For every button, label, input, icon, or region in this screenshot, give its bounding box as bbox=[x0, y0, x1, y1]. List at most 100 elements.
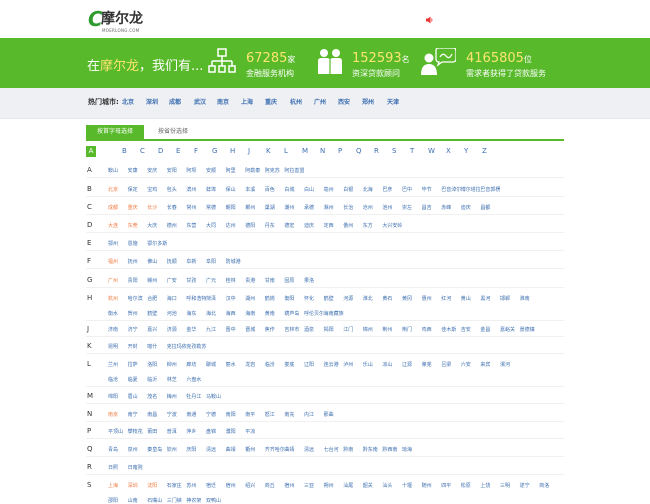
city-link[interactable]: 南阳 bbox=[226, 411, 236, 418]
city-link[interactable]: 六安 bbox=[461, 361, 471, 368]
city-link[interactable]: 神农架 bbox=[186, 497, 201, 504]
city-link[interactable]: 大庆 bbox=[147, 222, 157, 229]
hot-city-link[interactable]: 深圳 bbox=[146, 97, 158, 106]
letter-index-item[interactable]: D bbox=[158, 147, 163, 155]
city-link[interactable]: 葫芦岛 bbox=[284, 310, 299, 317]
city-link[interactable]: 清远 bbox=[304, 446, 314, 453]
city-link[interactable]: 庆阳 bbox=[186, 446, 196, 453]
city-link[interactable]: 鄂州 bbox=[108, 240, 118, 247]
city-link[interactable]: 辽阳 bbox=[304, 361, 314, 368]
city-link[interactable]: 东营 bbox=[186, 222, 196, 229]
city-link[interactable]: 绵阳 bbox=[108, 393, 118, 400]
city-link[interactable]: 六盘水 bbox=[186, 376, 201, 383]
city-link[interactable]: 凉山 bbox=[382, 361, 392, 368]
city-link[interactable]: 南通 bbox=[186, 411, 196, 418]
city-link[interactable]: 黔西南 bbox=[382, 446, 397, 453]
city-link[interactable]: 海东 bbox=[186, 310, 196, 317]
city-link[interactable]: 秦皇岛 bbox=[147, 446, 162, 453]
city-link[interactable]: 贵阳 bbox=[128, 277, 138, 284]
city-link[interactable]: 潮州 bbox=[284, 204, 294, 211]
city-link[interactable]: 迪庆 bbox=[304, 222, 314, 229]
city-link[interactable]: 赤峰 bbox=[441, 204, 451, 211]
city-link[interactable]: 大同 bbox=[206, 222, 216, 229]
city-link[interactable]: 广元 bbox=[206, 277, 216, 284]
city-link[interactable]: 阿坝 bbox=[186, 167, 196, 174]
city-link[interactable]: 东莞 bbox=[128, 222, 138, 229]
city-link[interactable]: 茂名 bbox=[147, 393, 157, 400]
city-link[interactable]: 白银 bbox=[343, 186, 353, 193]
letter-index-item[interactable]: F bbox=[194, 147, 198, 155]
city-link[interactable]: 海口 bbox=[167, 295, 177, 302]
city-link[interactable]: 常州 bbox=[186, 204, 196, 211]
city-link[interactable]: 朝阳 bbox=[226, 204, 236, 211]
city-link[interactable]: 赣州 bbox=[147, 277, 157, 284]
city-link[interactable]: 鹤岗 bbox=[265, 295, 275, 302]
city-link[interactable]: 黄山 bbox=[461, 295, 471, 302]
city-link[interactable]: 苏州 bbox=[186, 482, 196, 489]
city-link[interactable]: 林芝 bbox=[167, 376, 177, 383]
city-link[interactable]: 山南 bbox=[128, 497, 138, 504]
city-link[interactable]: 那曲 bbox=[324, 411, 334, 418]
city-link[interactable]: 毕节 bbox=[422, 186, 432, 193]
city-link[interactable]: 巴中 bbox=[402, 186, 412, 193]
city-link[interactable]: 南平 bbox=[245, 411, 255, 418]
city-link[interactable]: 甘南 bbox=[265, 277, 275, 284]
city-link[interactable]: 长沙 bbox=[147, 204, 157, 211]
city-link[interactable]: 嘉峪关 bbox=[500, 326, 515, 333]
city-link[interactable]: 南昌 bbox=[147, 411, 157, 418]
city-link[interactable]: 随州 bbox=[422, 482, 432, 489]
city-link[interactable]: 盘锦 bbox=[206, 428, 216, 435]
city-link[interactable]: 攀枝花 bbox=[128, 428, 143, 435]
city-link[interactable]: 亳州 bbox=[324, 186, 334, 193]
city-link[interactable]: 三门峡 bbox=[167, 497, 182, 504]
city-link[interactable]: 内江 bbox=[304, 411, 314, 418]
city-link[interactable]: 大兴安岭 bbox=[382, 222, 402, 229]
city-link[interactable]: 安庆 bbox=[147, 167, 157, 174]
city-link[interactable]: 绍兴 bbox=[245, 482, 255, 489]
city-link[interactable]: 双鸭山 bbox=[206, 497, 221, 504]
city-link[interactable]: 滁州 bbox=[324, 204, 334, 211]
city-link[interactable]: 德阳 bbox=[245, 222, 255, 229]
city-link[interactable]: 鹤壁 bbox=[324, 295, 334, 302]
city-link[interactable]: 阿勒泰 bbox=[245, 167, 260, 174]
city-link[interactable]: 金昌 bbox=[480, 326, 490, 333]
letter-index-item[interactable]: Q bbox=[356, 147, 362, 155]
city-link[interactable]: 晋中 bbox=[226, 326, 236, 333]
city-link[interactable]: 东方 bbox=[363, 222, 373, 229]
city-link[interactable]: 丽水 bbox=[226, 361, 236, 368]
city-link[interactable]: 迪庆 bbox=[461, 204, 471, 211]
city-link[interactable]: 吉林市 bbox=[284, 326, 299, 333]
city-link[interactable]: 固原 bbox=[284, 277, 294, 284]
city-link[interactable]: 商洛 bbox=[539, 482, 549, 489]
city-link[interactable]: 衡水 bbox=[108, 310, 118, 317]
city-link[interactable]: 防城港 bbox=[226, 258, 241, 265]
city-link[interactable]: 日喀则 bbox=[128, 464, 143, 471]
letter-index-item[interactable]: Z bbox=[482, 147, 487, 155]
city-link[interactable]: 鸡西 bbox=[422, 326, 432, 333]
city-link[interactable]: 沈阳 bbox=[147, 482, 157, 489]
city-link[interactable]: 荆州 bbox=[382, 326, 392, 333]
city-link[interactable]: 晋城 bbox=[245, 326, 255, 333]
city-link[interactable]: 来宾 bbox=[480, 361, 490, 368]
letter-index-item[interactable]: N bbox=[320, 147, 325, 155]
city-link[interactable]: 哈尔滨 bbox=[128, 295, 143, 302]
city-link[interactable]: 达州 bbox=[226, 222, 236, 229]
city-link[interactable]: 宿州 bbox=[284, 482, 294, 489]
city-link[interactable]: 淮南 bbox=[520, 295, 530, 302]
city-link[interactable]: 本溪 bbox=[245, 186, 255, 193]
city-link[interactable]: 贵港 bbox=[245, 277, 255, 284]
city-link[interactable]: 十堰 bbox=[402, 482, 412, 489]
city-link[interactable]: 廊坊 bbox=[186, 361, 196, 368]
hot-city-link[interactable]: 西安 bbox=[338, 97, 350, 106]
city-link[interactable]: 常德 bbox=[206, 204, 216, 211]
city-link[interactable]: 四平 bbox=[441, 482, 451, 489]
city-link[interactable]: 海南藏族 bbox=[324, 310, 344, 317]
city-link[interactable]: 阿克苏 bbox=[265, 167, 280, 174]
city-link[interactable]: 平凉 bbox=[245, 428, 255, 435]
letter-index-item[interactable]: A bbox=[86, 146, 96, 157]
city-link[interactable]: 九江 bbox=[206, 326, 216, 333]
city-link[interactable]: 洛阳 bbox=[147, 361, 157, 368]
city-link[interactable]: 惠州 bbox=[422, 295, 432, 302]
city-link[interactable]: 宝鸡 bbox=[147, 186, 157, 193]
city-link[interactable]: 杭州 bbox=[108, 295, 118, 302]
